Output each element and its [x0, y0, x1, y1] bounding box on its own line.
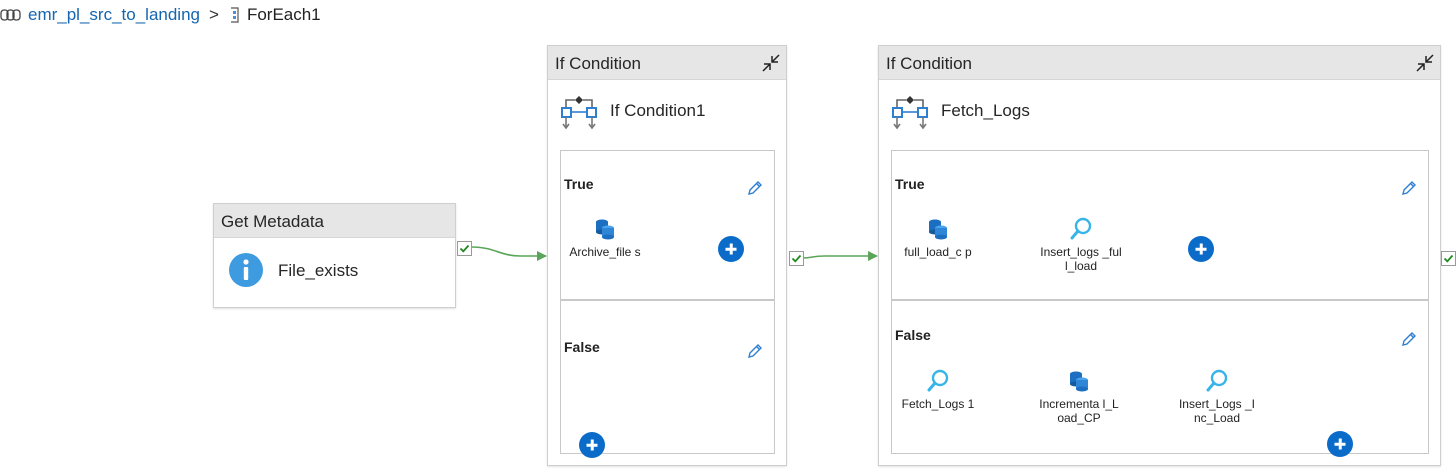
- get-metadata-name: File_exists: [278, 261, 359, 280]
- breadcrumb-separator: >: [209, 5, 219, 24]
- breadcrumb: emr_pl_src_to_landing > ForEach1: [0, 4, 321, 26]
- activity-insert-logs-full-load-label: Insert_logs _full_load: [1040, 245, 1122, 273]
- activity-archive-files[interactable]: Archive_file s: [567, 217, 643, 259]
- true-branch-label: True: [895, 176, 925, 192]
- true-branch-label: True: [564, 176, 594, 192]
- add-activity-button[interactable]: [1188, 236, 1214, 262]
- if-condition-2-header: If Condition: [879, 46, 1440, 80]
- breadcrumb-current: ForEach1: [246, 5, 321, 24]
- activity-incremental-load-cp-label: Incrementa l_Load_CP: [1039, 397, 1119, 425]
- get-metadata-type-label: Get Metadata: [221, 212, 325, 231]
- if-condition-1-activity[interactable]: If Condition If Condition1 True Archive_…: [547, 45, 787, 466]
- copy-data-icon: [596, 219, 614, 240]
- check-icon: [1443, 254, 1454, 263]
- if-condition-2-type-label: If Condition: [886, 54, 972, 73]
- activity-archive-files-label: Archive_file s: [569, 245, 641, 259]
- connector-getmeta-to-if1: [470, 246, 547, 261]
- get-metadata-header: Get Metadata: [214, 204, 455, 238]
- get-metadata-activity[interactable]: Get Metadata File_exists: [213, 203, 456, 308]
- info-icon: [229, 253, 263, 287]
- if-condition-1-true-branch[interactable]: True Archive_file s: [560, 150, 775, 300]
- collapse-icon[interactable]: [1414, 52, 1436, 74]
- activity-full-load-cp[interactable]: full_load_c p: [900, 217, 976, 259]
- activity-insert-logs-full-load[interactable]: Insert_logs _full_load: [1040, 217, 1122, 273]
- activity-full-load-cp-label: full_load_c p: [904, 245, 972, 259]
- lookup-icon: [1206, 369, 1228, 392]
- check-icon: [791, 254, 802, 263]
- copy-data-icon: [1070, 371, 1088, 392]
- activity-insert-logs-inc-load[interactable]: Insert_Logs _Inc_Load: [1176, 369, 1258, 425]
- activity-fetch-logs-1[interactable]: Fetch_Logs 1: [900, 369, 976, 411]
- add-activity-button[interactable]: [718, 236, 744, 262]
- if-condition-icon: [561, 96, 597, 130]
- pencil-icon[interactable]: [1400, 330, 1418, 348]
- copy-data-icon: [929, 219, 947, 240]
- if-condition-1-name: If Condition1: [610, 101, 706, 120]
- if-condition-1-header: If Condition: [548, 46, 786, 80]
- lookup-icon: [1070, 217, 1092, 240]
- if-condition-1-false-branch[interactable]: False: [560, 300, 775, 458]
- if-condition-2-name: Fetch_Logs: [941, 101, 1030, 120]
- success-output-handle[interactable]: [789, 251, 804, 266]
- false-branch-label: False: [895, 327, 931, 343]
- breadcrumb-pipeline-link[interactable]: emr_pl_src_to_landing: [28, 5, 200, 25]
- if-condition-2-activity[interactable]: If Condition Fetch_Logs True full_load_c…: [878, 45, 1441, 466]
- pipeline-icon: [0, 9, 21, 21]
- if-condition-2-false-branch[interactable]: False Fetch_Logs 1 Incrementa l_Load_CP: [891, 300, 1429, 457]
- add-activity-button[interactable]: [579, 432, 605, 458]
- activity-insert-logs-inc-load-label: Insert_Logs _Inc_Load: [1178, 397, 1256, 425]
- false-branch-label: False: [564, 339, 600, 355]
- success-output-handle[interactable]: [1441, 251, 1456, 266]
- pencil-icon[interactable]: [1400, 179, 1418, 197]
- add-activity-button[interactable]: [1327, 431, 1353, 457]
- if-condition-1-type-label: If Condition: [555, 54, 641, 73]
- if-condition-2-true-branch[interactable]: True full_load_c p Insert_logs _full_loa…: [891, 150, 1429, 300]
- check-icon: [459, 244, 470, 253]
- if-condition-icon: [892, 96, 928, 130]
- activity-fetch-logs-1-label: Fetch_Logs 1: [901, 397, 975, 411]
- success-output-handle[interactable]: [457, 241, 472, 256]
- pencil-icon[interactable]: [746, 179, 764, 197]
- foreach-icon: [230, 7, 239, 23]
- pencil-icon[interactable]: [746, 342, 764, 360]
- collapse-icon[interactable]: [760, 52, 782, 74]
- lookup-icon: [927, 369, 949, 392]
- connector-if1-to-if2: [802, 251, 878, 261]
- activity-incremental-load-cp[interactable]: Incrementa l_Load_CP: [1038, 369, 1120, 425]
